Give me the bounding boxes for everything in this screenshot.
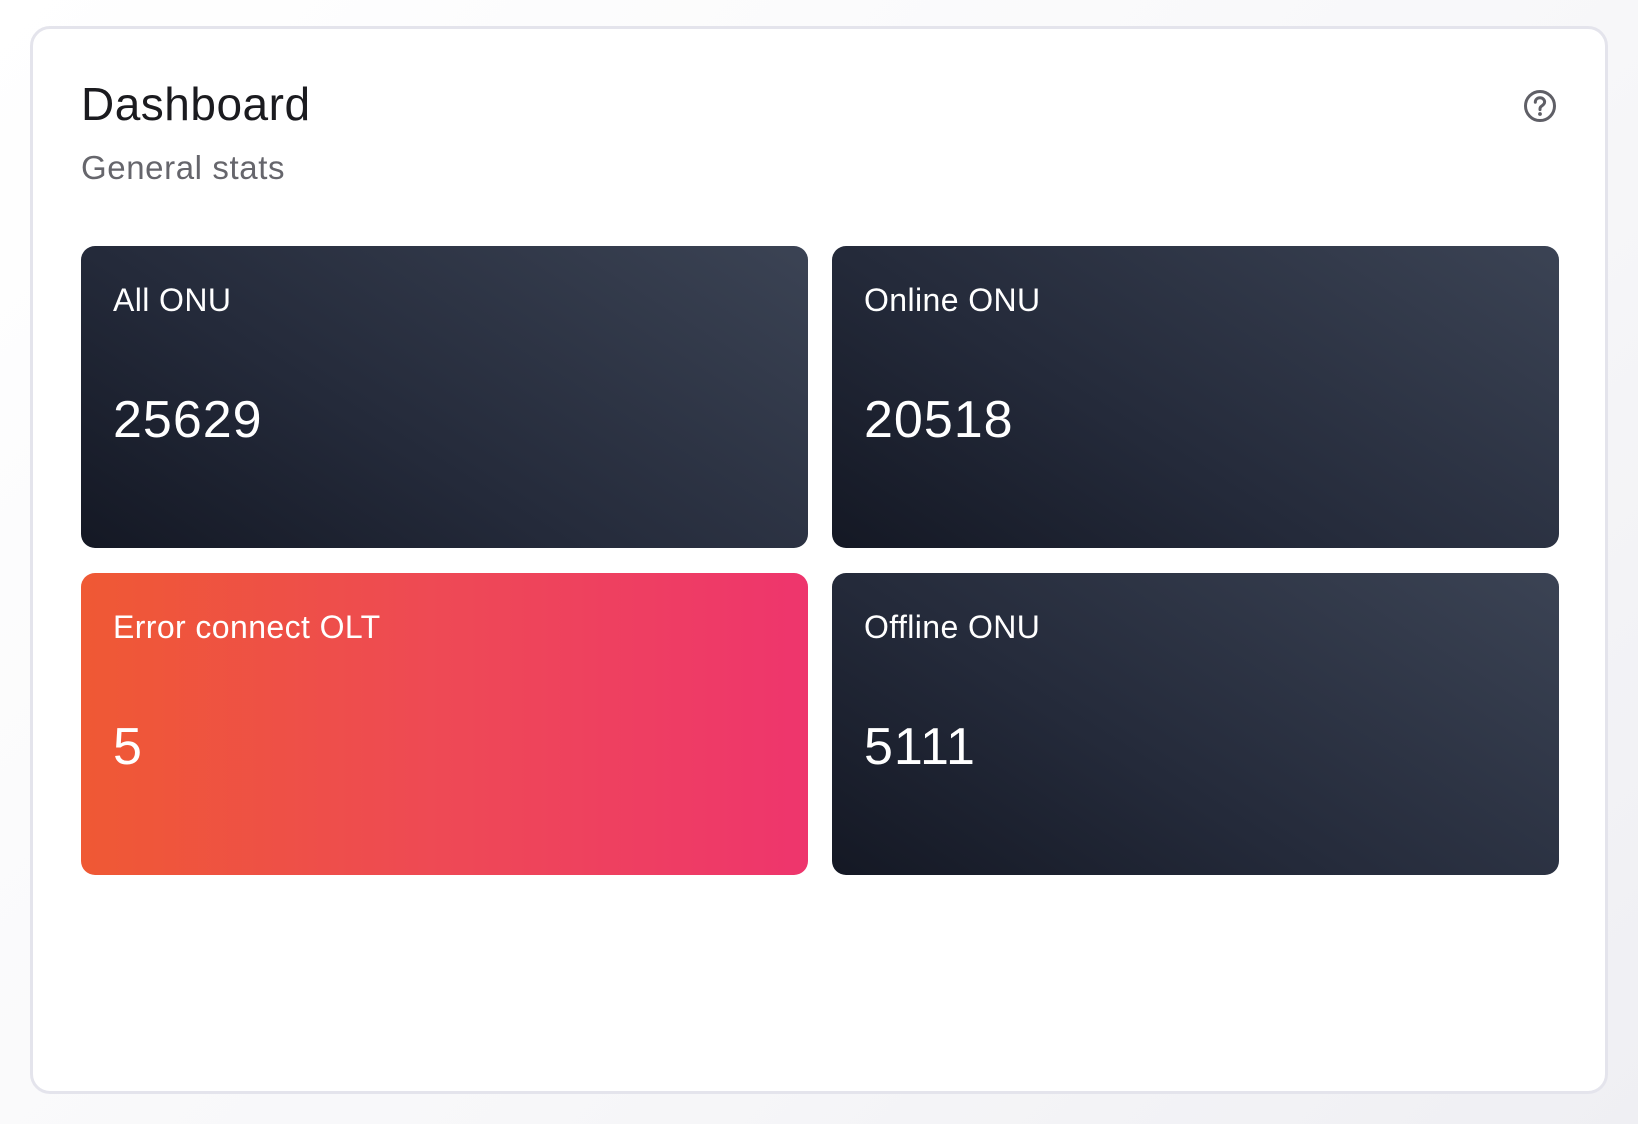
stat-value: 5 <box>113 718 143 776</box>
question-circle-icon <box>1524 90 1556 122</box>
stat-card-all-onu[interactable]: All ONU 25629 <box>81 246 808 548</box>
stat-label: Online ONU <box>864 282 1041 318</box>
stat-value: 5111 <box>864 718 976 776</box>
stat-label: Error connect OLT <box>113 609 381 645</box>
stat-card-online-onu[interactable]: Online ONU 20518 <box>832 246 1559 548</box>
stat-label: Offline ONU <box>864 609 1041 645</box>
stat-label: All ONU <box>113 282 232 318</box>
stat-value: 25629 <box>113 391 263 449</box>
stat-value: 20518 <box>864 391 1014 449</box>
dashboard-card: Dashboard General stats All ONU 25629 On… <box>30 26 1608 1094</box>
stats-grid: All ONU 25629 Online ONU 20518 Error con… <box>81 246 1561 875</box>
page-subtitle: General stats <box>81 149 286 186</box>
help-button[interactable] <box>1523 89 1557 123</box>
page-title: Dashboard <box>81 78 311 130</box>
stat-card-error-connect-olt[interactable]: Error connect OLT 5 <box>81 573 808 875</box>
stat-card-offline-onu[interactable]: Offline ONU 5111 <box>832 573 1559 875</box>
